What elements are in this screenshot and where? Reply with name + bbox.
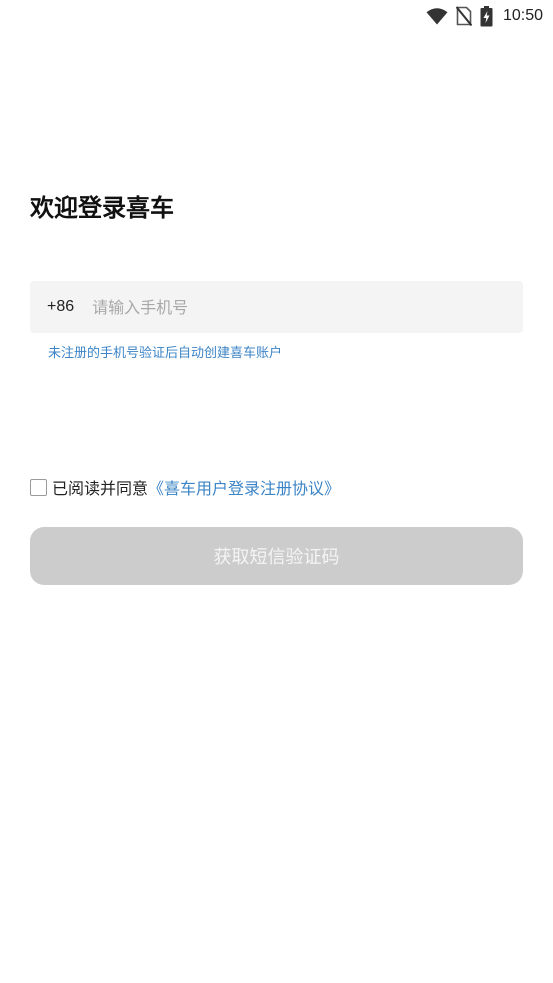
phone-input[interactable]	[92, 297, 453, 317]
no-sim-icon	[455, 6, 472, 26]
status-bar: 10:50	[0, 0, 553, 32]
registration-hint: 未注册的手机号验证后自动创建喜车账户	[48, 346, 283, 361]
clock: 10:50	[502, 7, 543, 24]
status-icons: 10:50	[426, 5, 543, 27]
battery-charging-icon	[480, 5, 493, 27]
agreement-row: 已阅读并同意 《喜车用户登录注册协议》	[30, 475, 340, 499]
agreement-link[interactable]: 《喜车用户登录注册协议》	[148, 475, 340, 499]
country-code[interactable]: +86	[47, 298, 74, 316]
page-title: 欢迎登录喜车	[30, 194, 174, 222]
wifi-icon	[426, 7, 448, 25]
agreement-text: 已阅读并同意	[52, 479, 149, 498]
phone-input-box: +86	[30, 281, 523, 333]
get-sms-code-button[interactable]: 获取短信验证码	[30, 527, 523, 585]
agreement-checkbox[interactable]	[30, 478, 47, 496]
